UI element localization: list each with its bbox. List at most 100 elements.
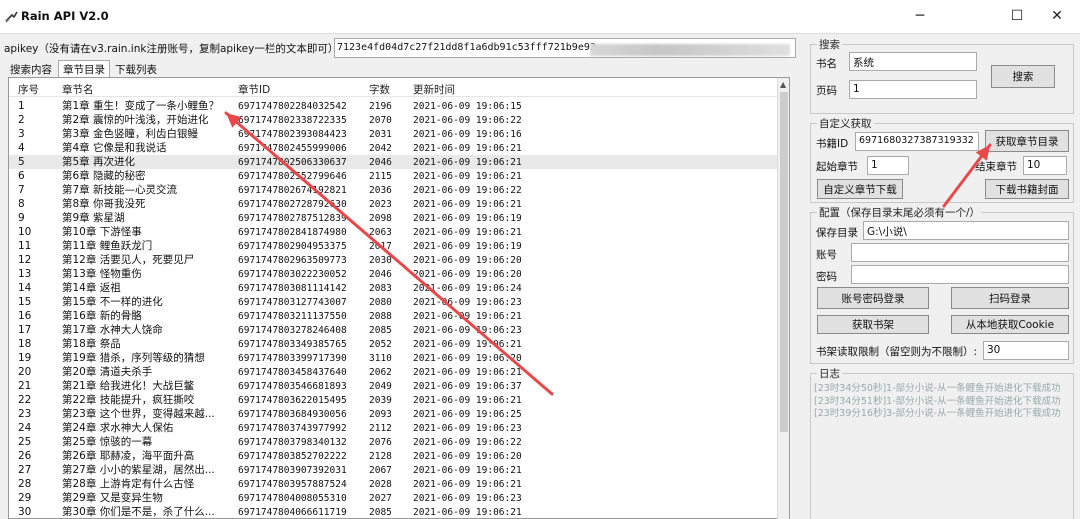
table-cell: 6971747803546681893 xyxy=(238,381,347,392)
chapter-table[interactable]: 序号 章节名 章节ID 字数 更新时间 1 第1章 重生！变成了一条小鲤鱼？ 697… xyxy=(8,77,790,519)
table-cell: 6971747803852702222 xyxy=(238,451,347,462)
table-cell: 2021-06-09 19:06:21 xyxy=(413,143,522,154)
table-cell: 第30章 你们是不是，杀了什么... xyxy=(62,506,215,518)
table-row[interactable]: 3 第3章 金色竖瞳，利齿白银鳗 6971747802393084423 2031 20… xyxy=(9,127,779,141)
table-row[interactable]: 5 第5章 再次进化 6971747802506330637 2046 2021-06-… xyxy=(9,155,779,169)
scroll-thumb[interactable] xyxy=(780,92,788,432)
account-input[interactable] xyxy=(851,243,1069,262)
close-button[interactable]: ✕ xyxy=(1034,0,1080,32)
table-cell: 7 xyxy=(18,184,25,196)
shelf-limit-input[interactable]: 30 xyxy=(983,341,1069,360)
table-row[interactable]: 4 第4章 它像是和我说话 6971747802455999006 2042 2021-… xyxy=(9,141,779,155)
table-row[interactable]: 1 第1章 重生！变成了一条小鲤鱼？ 6971747802284032542 2196… xyxy=(9,99,779,113)
table-row[interactable]: 13 第13章 怪物重伤 6971747803022230052 2046 2021-0… xyxy=(9,267,779,281)
column-header[interactable]: 序号 xyxy=(18,82,39,97)
table-row[interactable]: 30 第30章 你们是不是，杀了什么... 6971747804066611719 2… xyxy=(9,505,779,519)
scan-login-button[interactable]: 扫码登录 xyxy=(951,287,1069,309)
table-cell: 第25章 惊骇的一幕 xyxy=(62,436,153,448)
tab-chapter-catalog[interactable]: 章节目录 xyxy=(58,60,110,77)
table-row[interactable]: 21 第21章 给我进化！大战巨鳖 6971747803546681893 2049 2… xyxy=(9,379,779,393)
table-row[interactable]: 12 第12章 活要见人，死要见尸 6971747802963509773 2030 2… xyxy=(9,253,779,267)
table-row[interactable]: 22 第22章 技能提升，疯狂撕咬 6971747803622015495 2039 2… xyxy=(9,393,779,407)
column-header[interactable]: 字数 xyxy=(369,82,390,97)
book-name-input[interactable]: 系统 xyxy=(849,52,977,71)
table-row[interactable]: 18 第18章 祭品 6971747803349385765 2052 2021-06-… xyxy=(9,337,779,351)
get-bookshelf-button[interactable]: 获取书架 xyxy=(817,315,929,334)
book-id-input[interactable]: 6971680327387319332 xyxy=(855,132,979,151)
get-chapter-catalog-button[interactable]: 获取章节目录 xyxy=(985,130,1069,152)
table-row[interactable]: 7 第7章 新技能—心灵交流 6971747802674192821 2036 2021… xyxy=(9,183,779,197)
table-cell: 2021-06-09 19:06:22 xyxy=(413,185,522,196)
table-row[interactable]: 24 第24章 求水神大人保佑 6971747803743977992 2112 202… xyxy=(9,421,779,435)
table-cell: 第29章 又是变异生物 xyxy=(62,492,163,504)
table-cell: 第23章 这个世界，变得越来越... xyxy=(62,408,215,420)
table-row[interactable]: 2 第2章 震惊的叶浅浅，开始进化 6971747802338722335 2070 2… xyxy=(9,113,779,127)
table-cell: 2021-06-09 19:06:20 xyxy=(413,451,522,462)
table-cell: 21 xyxy=(18,380,32,392)
custom-chapter-download-button[interactable]: 自定义章节下载 xyxy=(817,179,903,199)
download-cover-button[interactable]: 下载书籍封面 xyxy=(985,179,1069,199)
table-row[interactable]: 26 第26章 耶赫凌，海平面升高 6971747803852702222 2128 2… xyxy=(9,449,779,463)
password-input[interactable] xyxy=(851,265,1069,284)
apikey-input[interactable]: 7123e4fd04d7c27f21dd8f1a6db91c53fff721b9… xyxy=(334,38,796,58)
table-header: 序号 章节名 章节ID 字数 更新时间 xyxy=(9,78,779,97)
vertical-scrollbar[interactable]: ▲ xyxy=(777,78,789,519)
page-input[interactable]: 1 xyxy=(849,80,977,99)
table-row[interactable]: 8 第8章 你哥我没死 6971747802728792630 2023 2021-06… xyxy=(9,197,779,211)
start-chapter-input[interactable]: 1 xyxy=(867,156,909,175)
table-row[interactable]: 23 第23章 这个世界，变得越来越... 6971747803684930056 2… xyxy=(9,407,779,421)
table-row[interactable]: 10 第10章 下游怪事 6971747802841874980 2063 2021-0… xyxy=(9,225,779,239)
column-header[interactable]: 章节名 xyxy=(62,82,94,97)
end-chapter-input[interactable]: 10 xyxy=(1023,156,1067,175)
table-row[interactable]: 15 第15章 不一样的进化 6971747803127743007 2080 2021… xyxy=(9,295,779,309)
table-cell: 17 xyxy=(18,324,32,336)
app-window: Rain API V2.0 ─ ☐ ✕ apikey（没有请在v3.rain.i… xyxy=(0,0,1080,519)
table-cell: 2063 xyxy=(369,227,392,238)
table-row[interactable]: 17 第17章 水神大人饶命 6971747803278246408 2085 2021… xyxy=(9,323,779,337)
scroll-up-icon[interactable]: ▲ xyxy=(780,80,786,89)
table-cell: 2021-06-09 19:06:21 xyxy=(413,227,522,238)
table-cell: 2021-06-09 19:06:20 xyxy=(413,269,522,280)
table-row[interactable]: 20 第20章 清道夫杀手 6971747803458437640 2062 2021-… xyxy=(9,365,779,379)
table-row[interactable]: 28 第28章 上游肯定有什么古怪 6971747803957887524 2028 2… xyxy=(9,477,779,491)
close-icon: ✕ xyxy=(1051,8,1063,24)
table-cell: 2021-06-09 19:06:19 xyxy=(413,241,522,252)
search-button[interactable]: 搜索 xyxy=(991,65,1055,88)
table-cell: 26 xyxy=(18,450,32,462)
account-login-button[interactable]: 账号密码登录 xyxy=(817,287,929,309)
table-cell: 2021-06-09 19:06:21 xyxy=(413,339,522,350)
table-row[interactable]: 27 第27章 小小的紫星湖，居然出... 6971747803907392031 2… xyxy=(9,463,779,477)
table-cell: 2021-06-09 19:06:21 xyxy=(413,479,522,490)
table-cell: 第1章 重生！变成了一条小鲤鱼？ xyxy=(62,100,220,112)
table-row[interactable]: 11 第11章 鲤鱼跃龙门 6971747802904953375 2017 2021-… xyxy=(9,239,779,253)
table-cell: 第11章 鲤鱼跃龙门 xyxy=(62,240,153,252)
table-cell: 6971747802841874980 xyxy=(238,227,347,238)
title-bar[interactable]: Rain API V2.0 ─ ☐ ✕ xyxy=(0,0,1080,34)
table-row[interactable]: 19 第19章 猎杀，序列等级的猜想 6971747803399717390 3110… xyxy=(9,351,779,365)
table-row[interactable]: 29 第29章 又是变异生物 6971747804008055310 2027 2021… xyxy=(9,491,779,505)
table-cell: 2112 xyxy=(369,423,392,434)
table-cell: 2021-06-09 19:06:24 xyxy=(413,283,522,294)
table-row[interactable]: 25 第25章 惊骇的一幕 6971747803798340132 2076 2021-… xyxy=(9,435,779,449)
table-cell: 第28章 上游肯定有什么古怪 xyxy=(62,478,195,490)
page-label: 页码 xyxy=(816,85,837,97)
table-row[interactable]: 14 第14章 返祖 6971747803081114142 2083 2021-06-… xyxy=(9,281,779,295)
save-dir-input[interactable]: G:\小说\ xyxy=(863,221,1069,240)
table-row[interactable]: 16 第16章 新的骨骼 6971747803211137550 2088 2021-0… xyxy=(9,309,779,323)
log-output[interactable]: [23时34分50秒]1-部分小说-从一条鲤鱼开始进化下载成功 [23时34分5… xyxy=(814,383,1066,421)
table-cell: 6971747803022230052 xyxy=(238,269,347,280)
table-cell: 2115 xyxy=(369,171,392,182)
table-cell: 2052 xyxy=(369,339,392,350)
minimize-button[interactable]: ─ xyxy=(897,0,943,32)
column-header[interactable]: 更新时间 xyxy=(413,82,455,97)
table-row[interactable]: 9 第9章 紫星湖 6971747802787512839 2098 2021-06-0… xyxy=(9,211,779,225)
table-cell: 第17章 水神大人饶命 xyxy=(62,324,163,336)
local-cookie-button[interactable]: 从本地获取Cookie xyxy=(951,315,1069,334)
table-cell: 6971747803278246408 xyxy=(238,325,347,336)
tab-download-list[interactable]: 下载列表 xyxy=(111,61,161,77)
table-cell: 6971747803798340132 xyxy=(238,437,347,448)
table-row[interactable]: 6 第6章 隐藏的秘密 6971747802552799646 2115 2021-06… xyxy=(9,169,779,183)
tab-search-content[interactable]: 搜索内容 xyxy=(6,61,56,77)
column-header[interactable]: 章节ID xyxy=(238,82,270,97)
table-cell: 2021-06-09 19:06:22 xyxy=(413,437,522,448)
